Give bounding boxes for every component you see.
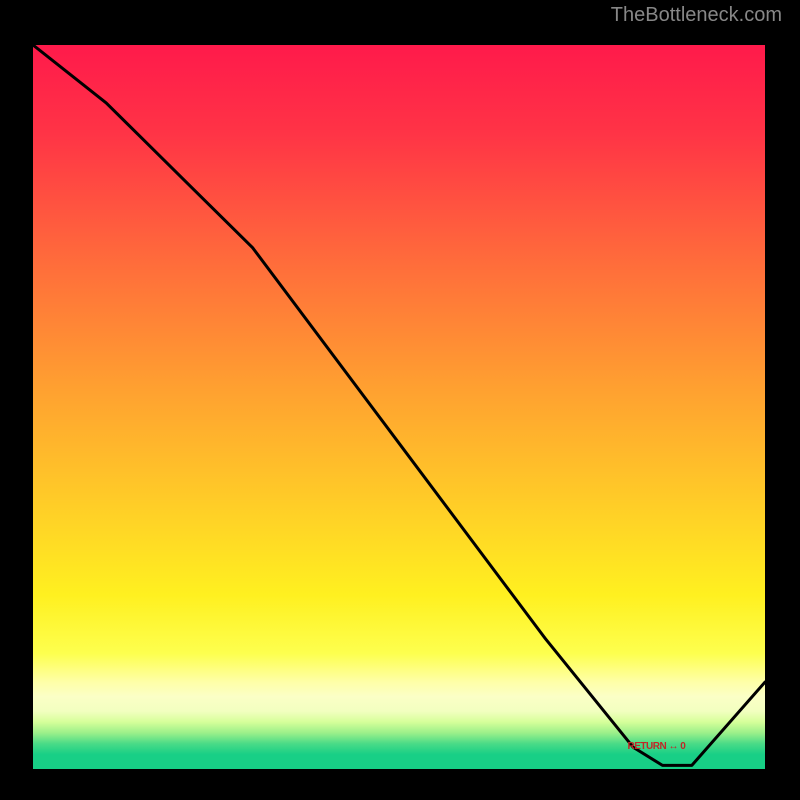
plot-frame: RETURN ↔ 0 xyxy=(17,30,783,784)
chart-container: TheBottleneck.com xyxy=(0,0,800,800)
plot-area: RETURN ↔ 0 xyxy=(33,45,765,769)
minima-annotation: RETURN ↔ 0 xyxy=(628,741,686,752)
attribution-text: TheBottleneck.com xyxy=(611,4,782,27)
bottleneck-curve xyxy=(33,45,765,769)
